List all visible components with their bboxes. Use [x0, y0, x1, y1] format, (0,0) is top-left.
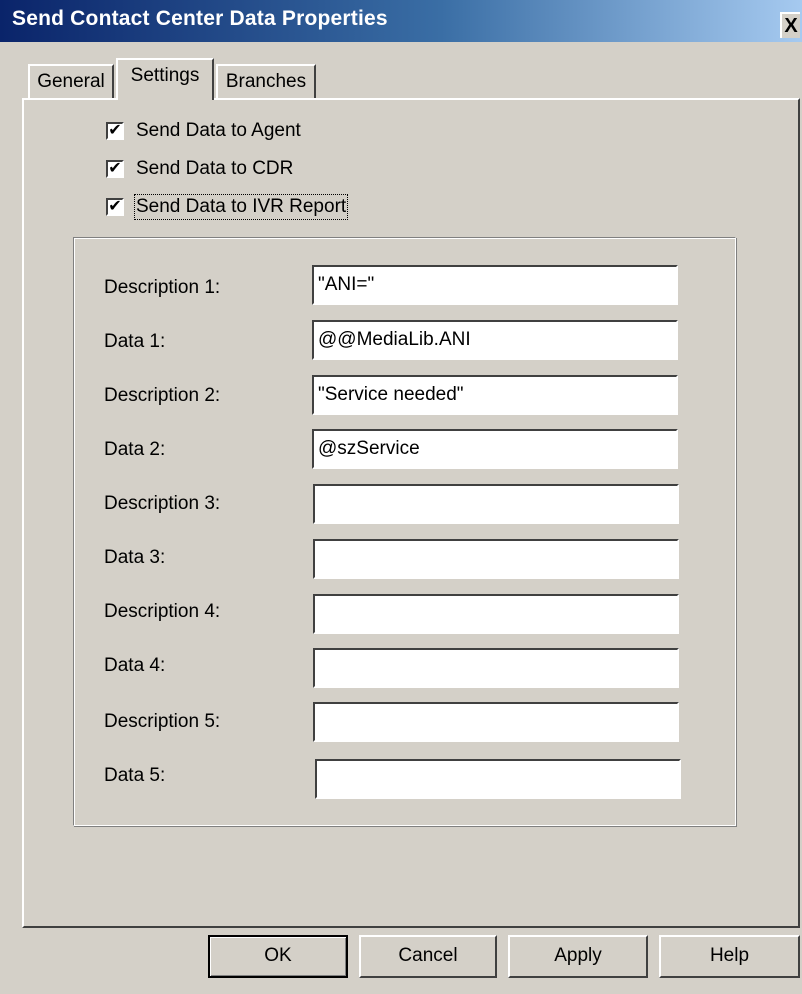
- description-5-input[interactable]: [313, 702, 679, 742]
- send-data-to-agent-label: Send Data to Agent: [136, 120, 301, 141]
- tab-branches-label: Branches: [225, 71, 307, 92]
- description-4-label: Description 4:: [104, 601, 221, 622]
- data-1-input[interactable]: [312, 320, 678, 360]
- send-data-to-agent-row[interactable]: ✔ Send Data to Agent: [106, 118, 301, 144]
- help-button[interactable]: Help: [659, 935, 800, 978]
- cancel-button[interactable]: Cancel: [359, 935, 497, 978]
- description-1-input[interactable]: [312, 265, 678, 305]
- tab-settings[interactable]: Settings: [116, 58, 214, 100]
- data-2-label: Data 2:: [104, 439, 166, 460]
- send-data-to-cdr-label: Send Data to CDR: [136, 158, 294, 179]
- tab-general-label: General: [37, 71, 105, 92]
- close-button[interactable]: X: [780, 12, 800, 38]
- data-3-label: Data 3:: [104, 547, 166, 568]
- description-3-input[interactable]: [313, 484, 679, 524]
- data-4-input[interactable]: [313, 648, 679, 688]
- close-icon: X: [784, 15, 798, 37]
- tab-general[interactable]: General: [28, 64, 114, 100]
- data-4-label: Data 4:: [104, 655, 166, 676]
- tab-branches[interactable]: Branches: [216, 64, 316, 100]
- data-2-input[interactable]: [312, 429, 678, 469]
- send-data-to-ivr-report-row[interactable]: ✔ Send Data to IVR Report: [106, 194, 349, 220]
- description-2-label: Description 2:: [104, 385, 221, 406]
- data-1-label: Data 1:: [104, 331, 166, 352]
- send-data-to-cdr-row[interactable]: ✔ Send Data to CDR: [106, 156, 293, 182]
- description-3-label: Description 3:: [104, 493, 221, 514]
- data-5-input[interactable]: [315, 759, 681, 799]
- check-mark-icon: ✔: [108, 198, 122, 215]
- send-data-to-ivr-report-label: Send Data to IVR Report: [133, 194, 349, 220]
- apply-button[interactable]: Apply: [508, 935, 648, 978]
- tab-settings-label: Settings: [130, 65, 200, 86]
- description-1-label: Description 1:: [104, 277, 221, 298]
- send-data-to-agent-checkbox[interactable]: ✔: [106, 122, 124, 140]
- window-title: Send Contact Center Data Properties: [12, 7, 388, 30]
- data-5-label: Data 5:: [104, 765, 166, 786]
- check-mark-icon: ✔: [108, 122, 122, 139]
- send-data-to-cdr-checkbox[interactable]: ✔: [106, 160, 124, 178]
- description-2-input[interactable]: [312, 375, 678, 415]
- send-data-to-ivr-report-checkbox[interactable]: ✔: [106, 198, 124, 216]
- data-3-input[interactable]: [313, 539, 679, 579]
- check-mark-icon: ✔: [108, 160, 122, 177]
- description-5-label: Description 5:: [104, 711, 221, 732]
- ok-button[interactable]: OK: [208, 935, 348, 978]
- description-4-input[interactable]: [313, 594, 679, 634]
- title-bar: Send Contact Center Data Properties X: [0, 0, 802, 42]
